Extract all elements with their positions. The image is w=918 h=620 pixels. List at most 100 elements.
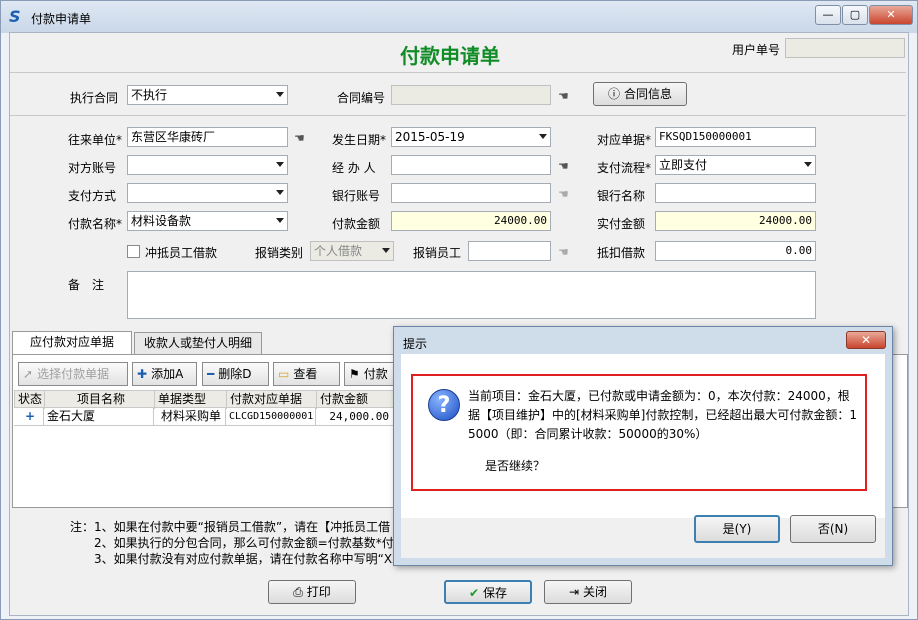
account-select[interactable] [127, 155, 288, 175]
form-title: 付款申请单 [400, 44, 500, 68]
pay-name-label: 付款名称* [68, 217, 123, 231]
note-line-2: 2、如果执行的分包合同，那么可付款金额=付款基数*付款 [94, 536, 406, 550]
reimb-type-label: 报销类别 [255, 246, 304, 260]
deduct-loan-label: 抵扣借款 [597, 246, 646, 260]
contract-no-field[interactable] [391, 85, 551, 105]
chevron-down-icon [804, 162, 812, 167]
row-status-icon: + [14, 408, 44, 426]
dialog-close-button[interactable]: ✕ [846, 331, 886, 349]
actual-amount-field[interactable]: 24000.00 [655, 211, 816, 231]
dialog-title: 提示 [403, 337, 428, 351]
offset-loan-label: 冲抵员工借款 [145, 246, 218, 260]
info-icon: ⓘ [607, 87, 620, 101]
title-bar[interactable]: S 付款申请单 — ▢ ✕ [1, 1, 917, 33]
contract-info-button[interactable]: ⓘ 合同信息 [593, 82, 687, 106]
handler-label: 经 办 人 [332, 161, 376, 175]
remark-textarea[interactable] [127, 271, 816, 319]
bank-account-label: 银行账号 [332, 189, 381, 203]
divider [10, 115, 906, 116]
maximize-button[interactable]: ▢ [842, 5, 868, 25]
ref-doc-label: 对应单据* [597, 133, 652, 147]
exit-door-icon: ⇥ [568, 585, 580, 599]
partner-field[interactable]: 东营区华康砖厂 [127, 127, 288, 147]
row-doc-no: CLCGD150000001 [226, 408, 316, 426]
date-picker[interactable]: 2015-05-19 [391, 127, 551, 147]
pick-hand-icon: ☚ [558, 187, 569, 201]
chevron-down-icon [276, 162, 284, 167]
pay-method-label: 支付方式 [68, 189, 117, 203]
chevron-down-icon [276, 190, 284, 195]
no-button[interactable]: 否(N) [790, 515, 876, 543]
col-project: 项目名称 [45, 391, 155, 409]
delete-button[interactable]: ━ 删除D [202, 362, 269, 386]
row-project: 金石大厦 [44, 408, 154, 426]
pay-button[interactable]: ⚑ 付款 [344, 362, 394, 386]
chevron-down-icon [382, 248, 390, 253]
app-logo-icon: S [9, 7, 21, 26]
col-doc-type: 单据类型 [155, 391, 227, 409]
bank-name-field[interactable] [655, 183, 816, 203]
reimb-emp-label: 报销员工 [413, 246, 462, 260]
select-doc-button[interactable]: ➚ 选择付款单据 [18, 362, 128, 386]
window-title: 付款申请单 [31, 12, 92, 26]
minus-icon: ━ [207, 367, 215, 381]
row-amount: 24,000.00 [316, 408, 394, 426]
partner-label: 往来单位* [68, 133, 123, 147]
save-button[interactable]: ✔ 保存 [444, 580, 532, 604]
close-window-button[interactable]: ✕ [869, 5, 913, 25]
prompt-dialog: 提示 ✕ ? 当前项目：金石大厦，已付款或申请金额为：0，本次付款：24000，… [393, 326, 893, 566]
chevron-down-icon [276, 92, 284, 97]
plus-icon: ✚ [137, 367, 148, 381]
handler-field[interactable] [391, 155, 551, 175]
divider [10, 72, 906, 73]
view-button[interactable]: ▭ 查看 [273, 362, 340, 386]
account-label: 对方账号 [68, 161, 117, 175]
tab-payable-docs[interactable]: 应付款对应单据 [12, 331, 132, 355]
notes: 注：1、如果在付款中要“报销员工借款”，请在【冲抵员工借 2、如果执行的分包合同… [70, 519, 406, 567]
checkmark-icon: ✔ [468, 586, 480, 600]
flow-label: 支付流程* [597, 161, 652, 175]
date-label: 发生日期* [332, 133, 387, 147]
remark-label: 备 注 [68, 278, 105, 292]
note-line-3: 3、如果付款没有对应付款单据，请在付款名称中写明“XX [94, 552, 401, 566]
row-doc-type: 材料采购单 [154, 408, 226, 426]
flow-select[interactable]: 立即支付 [655, 155, 816, 175]
user-no-label: 用户单号 [732, 43, 781, 57]
ref-doc-field[interactable]: FKSQD150000001 [655, 127, 816, 147]
question-icon: ? [428, 389, 460, 421]
bank-name-label: 银行名称 [597, 189, 646, 203]
pay-method-select[interactable] [127, 183, 288, 203]
dialog-message: 当前项目：金石大厦，已付款或申请金额为：0，本次付款：24000，根据【项目维护… [468, 389, 858, 441]
folder-icon: ▭ [278, 367, 290, 381]
pay-amount-field[interactable]: 24000.00 [391, 211, 551, 231]
exec-contract-select[interactable]: 不执行 [127, 85, 288, 105]
col-amount: 付款金额 [317, 391, 395, 409]
add-button[interactable]: ✚ 添加A [132, 362, 197, 386]
chevron-down-icon [276, 218, 284, 223]
minimize-button[interactable]: — [815, 5, 841, 25]
reimb-type-select[interactable]: 个人借款 [310, 241, 394, 261]
col-doc-no: 付款对应单据 [227, 391, 317, 409]
pay-amount-label: 付款金额 [332, 217, 381, 231]
reimb-emp-field[interactable] [468, 241, 551, 261]
grid-header: 状态 项目名称 单据类型 付款对应单据 付款金额 [14, 390, 395, 409]
offset-loan-checkbox[interactable] [127, 245, 140, 258]
tab-payee-details[interactable]: 收款人或垫付人明细 [134, 332, 262, 354]
pick-hand-icon[interactable]: ☚ [294, 132, 312, 144]
bank-account-field[interactable] [391, 183, 551, 203]
exec-contract-label: 执行合同 [70, 91, 119, 105]
actual-amount-label: 实付金额 [597, 217, 646, 231]
pay-name-select[interactable]: 材料设备款 [127, 211, 288, 231]
deduct-loan-field[interactable]: 0.00 [655, 241, 816, 261]
pick-hand-icon: ☚ [558, 245, 569, 259]
col-status: 状态 [15, 391, 45, 409]
contract-no-label: 合同编号 [337, 91, 386, 105]
pick-hand-icon[interactable]: ☚ [558, 90, 576, 102]
close-button[interactable]: ⇥ 关闭 [544, 580, 632, 604]
yes-button[interactable]: 是(Y) [694, 515, 780, 543]
pick-hand-icon[interactable]: ☚ [558, 160, 576, 172]
print-button[interactable]: ⎙ 打印 [268, 580, 356, 604]
user-no-field[interactable] [785, 38, 905, 58]
table-row[interactable]: + 金石大厦 材料采购单 CLCGD150000001 24,000.00 [14, 408, 394, 426]
printer-icon: ⎙ [293, 585, 303, 599]
